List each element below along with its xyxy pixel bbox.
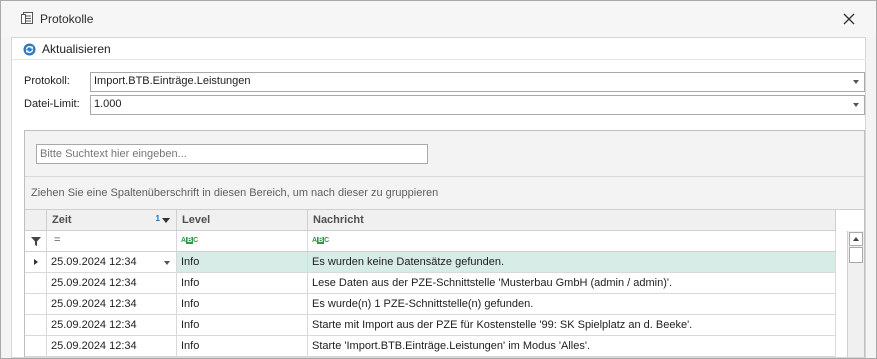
chevron-down-icon — [853, 103, 859, 107]
cell-level[interactable]: Info — [177, 336, 308, 357]
row-indicator — [25, 315, 47, 336]
row-indicator — [25, 336, 47, 357]
cell-nachricht[interactable]: Es wurde(n) 1 PZE-Schnittstelle(n) gefun… — [308, 294, 836, 315]
window-title: Protokolle — [40, 12, 94, 26]
cell-level-text: Info — [181, 340, 200, 352]
search-box[interactable] — [36, 144, 428, 164]
row-pointer-icon — [34, 259, 38, 265]
cell-nachricht[interactable]: Es wurden keine Datensätze gefunden. — [308, 252, 836, 273]
column-header-zeit[interactable]: Zeit 1 — [47, 210, 177, 231]
table-row[interactable]: 25.09.2024 12:34 Info Es wurde(n) 1 PZE-… — [25, 294, 836, 315]
cell-zeit[interactable]: 25.09.2024 12:34 — [47, 273, 177, 294]
limit-value: 1.000 — [94, 98, 122, 110]
header-indicator — [25, 210, 47, 231]
table-row[interactable]: 25.09.2024 12:34 Info Lese Daten aus der… — [25, 273, 836, 294]
cell-level-text: Info — [181, 298, 200, 310]
scroll-up-button[interactable] — [849, 232, 863, 246]
column-nachricht-label: Nachricht — [313, 214, 364, 226]
vertical-scrollbar[interactable] — [847, 231, 864, 357]
filter-equals-operator: = — [54, 234, 61, 246]
filter-cell-nachricht[interactable]: ABC — [308, 231, 836, 252]
cell-level-text: Info — [181, 319, 200, 331]
cell-nachricht-text: Starte 'Import.BTB.Einträge.Leistungen' … — [312, 340, 591, 352]
table-row[interactable]: 25.09.2024 12:34 Info Starte 'Import.BTB… — [25, 336, 836, 357]
search-input[interactable] — [37, 145, 423, 163]
protokoll-value: Import.BTB.Einträge.Leistungen — [94, 75, 251, 87]
filter-row-indicator — [25, 231, 47, 252]
table-row[interactable]: 25.09.2024 12:34 Info Starte mit Import … — [25, 315, 836, 336]
chevron-down-icon — [853, 80, 859, 84]
cell-zeit[interactable]: 25.09.2024 12:34 — [47, 294, 177, 315]
table-row[interactable]: 25.09.2024 12:34 Info Es wurden keine Da… — [25, 252, 836, 273]
cell-level-text: Info — [181, 277, 200, 289]
cell-nachricht-text: Starte mit Import aus der PZE für Kosten… — [312, 319, 693, 331]
cell-nachricht-text: Es wurde(n) 1 PZE-Schnittstelle(n) gefun… — [312, 298, 534, 310]
cell-nachricht-text: Lese Daten aus der PZE-Schnittstelle 'Mu… — [312, 277, 673, 289]
text-filter-icon: ABC — [181, 237, 199, 244]
title-bar: Protokolle — [1, 1, 876, 37]
content-panel: Protokoll: Import.BTB.Einträge.Leistunge… — [11, 59, 866, 358]
group-panel[interactable]: Ziehen Sie eine Spaltenüberschrift in di… — [25, 176, 864, 210]
log-icon — [21, 12, 33, 24]
filter-cell-zeit[interactable]: = — [47, 231, 177, 252]
cell-zeit-text: 25.09.2024 12:34 — [51, 277, 137, 289]
text-filter-icon: ABC — [312, 237, 330, 244]
cell-zeit-text: 25.09.2024 12:34 — [51, 256, 137, 268]
cell-zeit[interactable]: 25.09.2024 12:34 — [47, 315, 177, 336]
chevron-down-icon[interactable] — [164, 261, 170, 265]
cell-zeit-text: 25.09.2024 12:34 — [51, 319, 137, 331]
protokoll-label: Protokoll: — [24, 75, 70, 87]
cell-level[interactable]: Info — [177, 315, 308, 336]
log-grid: Zeit 1 Level Nachricht = ABC ABC 25.09.2… — [25, 209, 864, 357]
sort-desc-icon — [162, 218, 170, 223]
cell-level-text: Info — [181, 256, 200, 268]
refresh-icon — [23, 43, 36, 55]
protokoll-select[interactable]: Import.BTB.Einträge.Leistungen — [90, 72, 865, 92]
cell-nachricht[interactable]: Starte mit Import aus der PZE für Kosten… — [308, 315, 836, 336]
scroll-thumb[interactable] — [849, 247, 863, 263]
cell-zeit-text: 25.09.2024 12:34 — [51, 298, 137, 310]
column-level-label: Level — [182, 214, 211, 226]
filter-cell-level[interactable]: ABC — [177, 231, 308, 252]
cell-zeit[interactable]: 25.09.2024 12:34 — [47, 252, 177, 273]
close-icon[interactable] — [841, 11, 857, 27]
chevron-up-icon — [853, 237, 859, 241]
sort-index: 1 — [155, 214, 160, 223]
cell-level[interactable]: Info — [177, 273, 308, 294]
cell-level[interactable]: Info — [177, 252, 308, 273]
protokolle-window: Protokolle Aktualisieren Protokoll: Impo… — [0, 0, 877, 359]
limit-label: Datei-Limit: — [24, 98, 80, 110]
column-zeit-label: Zeit — [52, 214, 72, 226]
row-indicator — [25, 252, 47, 273]
toolbar: Aktualisieren — [11, 37, 866, 60]
cell-level[interactable]: Info — [177, 294, 308, 315]
column-header-level[interactable]: Level — [177, 210, 308, 231]
column-header-nachricht[interactable]: Nachricht — [308, 210, 836, 231]
row-indicator — [25, 294, 47, 315]
limit-select[interactable]: 1.000 — [90, 95, 865, 115]
cell-zeit[interactable]: 25.09.2024 12:34 — [47, 336, 177, 357]
filter-icon — [31, 237, 41, 246]
refresh-button[interactable]: Aktualisieren — [23, 42, 111, 56]
group-hint-text: Ziehen Sie eine Spaltenüberschrift in di… — [31, 187, 439, 199]
cell-nachricht-text: Es wurden keine Datensätze gefunden. — [312, 256, 505, 268]
row-indicator — [25, 273, 47, 294]
refresh-label: Aktualisieren — [42, 42, 111, 56]
cell-zeit-text: 25.09.2024 12:34 — [51, 340, 137, 352]
cell-nachricht[interactable]: Lese Daten aus der PZE-Schnittstelle 'Mu… — [308, 273, 836, 294]
log-grid-container: Ziehen Sie eine Spaltenüberschrift in di… — [24, 130, 865, 357]
cell-nachricht[interactable]: Starte 'Import.BTB.Einträge.Leistungen' … — [308, 336, 836, 357]
